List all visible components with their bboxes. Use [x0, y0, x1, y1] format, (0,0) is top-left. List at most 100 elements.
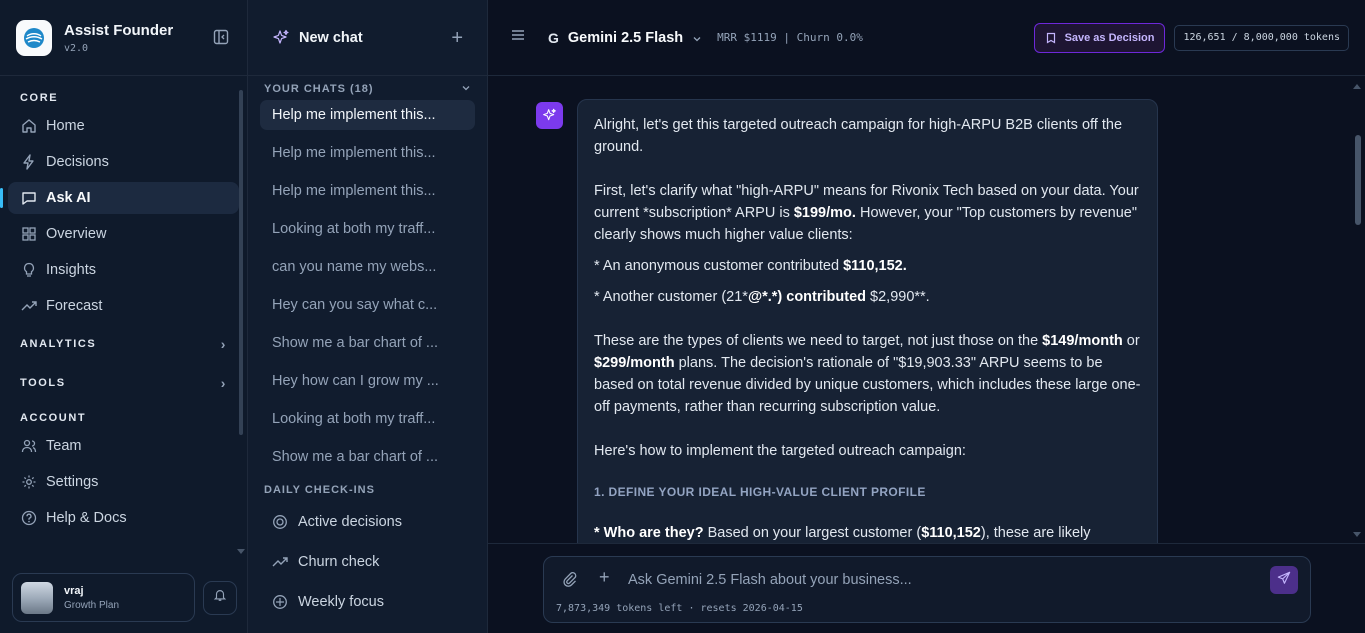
paperclip-icon[interactable] [562, 571, 578, 587]
chat-list-item[interactable]: can you name my webs... [260, 252, 475, 282]
checkin-weekly-focus[interactable]: Weekly focus [248, 584, 487, 620]
checkins-header: DAILY CHECK-INS [264, 484, 375, 496]
token-usage-badge: 126,651 / 8,000,000 tokens [1174, 24, 1349, 51]
chat-list-item[interactable]: Help me implement this... [260, 100, 475, 130]
gear-icon [20, 473, 38, 491]
checkin-churn-check[interactable]: Churn check [248, 544, 487, 580]
brand-version: v2.0 [64, 42, 89, 54]
model-selector[interactable]: Gemini 2.5 Flash [568, 30, 683, 46]
save-as-decision-label: Save as Decision [1064, 31, 1155, 44]
sidebar-item-decisions[interactable]: Decisions [8, 146, 239, 178]
new-chat-button[interactable]: New chat + [248, 0, 487, 76]
chevron-right-icon: › [220, 375, 227, 391]
trend-icon [20, 297, 38, 315]
message-section-heading: 1. DEFINE YOUR IDEAL HIGH-VALUE CLIENT P… [594, 485, 926, 499]
message-paragraph: These are the types of clients we need t… [594, 333, 1141, 415]
composer: + 7,873,349 tokens left · resets 2026-04… [543, 556, 1311, 623]
sidebar-item-settings[interactable]: Settings [8, 466, 239, 498]
grid-icon [20, 225, 38, 243]
help-icon [20, 509, 38, 527]
checkin-active-decisions[interactable]: Active decisions [248, 504, 487, 540]
sidebar-item-insights[interactable]: Insights [8, 254, 239, 286]
chat-list-item[interactable]: Looking at both my traff... [260, 214, 475, 244]
chat-list-item[interactable]: Show me a bar chart of ... [260, 328, 475, 358]
main-panel: G Gemini 2.5 Flash MRR $1119 | Churn 0.0… [488, 0, 1365, 633]
model-mark-icon: G [548, 29, 559, 46]
chats-panel: New chat + YOUR CHATS (18) Help me imple… [248, 0, 488, 633]
checkin-label: Weekly focus [298, 594, 384, 610]
menu-icon[interactable] [510, 28, 526, 47]
compass-icon [272, 594, 288, 610]
bolt-icon [20, 153, 38, 171]
plus-icon[interactable]: + [451, 28, 463, 48]
nav-section-account: ACCOUNT [20, 412, 87, 424]
ai-sparkle-icon [536, 102, 563, 129]
trend-icon [272, 554, 288, 570]
sidebar-item-ask-ai[interactable]: Ask AI [0, 182, 239, 214]
message-area[interactable]: Alright, let's get this targeted outreac… [488, 77, 1365, 543]
sidebar-item-label: Overview [46, 226, 107, 242]
user-name: vraj [64, 584, 84, 597]
chevron-right-icon: › [220, 336, 227, 352]
home-icon [20, 117, 38, 135]
nav-section-core: CORE [20, 92, 59, 104]
tokens-left-text: 7,873,349 tokens left · resets 2026-04-1… [556, 603, 803, 614]
sidebar-item-overview[interactable]: Overview [8, 218, 239, 250]
sidebar-scrollbar[interactable] [239, 90, 243, 435]
nav-section-analytics[interactable]: ANALYTICS › [8, 334, 239, 354]
sidebar-item-team[interactable]: Team [8, 430, 239, 462]
bookmark-icon [1045, 32, 1057, 44]
avatar [21, 581, 53, 614]
message-scrollbar[interactable] [1355, 135, 1361, 225]
sidebar-item-label: Forecast [46, 298, 103, 314]
sidebar-item-label: Home [46, 118, 85, 134]
chat-list-item[interactable]: Looking at both my traff... [260, 404, 475, 434]
user-plan: Growth Plan [64, 599, 120, 611]
target-icon [272, 514, 288, 530]
save-as-decision-button[interactable]: Save as Decision [1033, 22, 1166, 53]
sidebar: Assist Founder v2.0 CORE Home Decisions … [0, 0, 248, 633]
chat-list-item[interactable]: Show me a bar chart of ... [260, 442, 475, 472]
sidebar-item-help[interactable]: Help & Docs [8, 502, 239, 534]
sidebar-item-forecast[interactable]: Forecast [8, 290, 239, 322]
collapse-sidebar-icon[interactable] [213, 29, 231, 47]
message-paragraph: Alright, let's get this targeted outreac… [594, 117, 1123, 155]
chat-list-item[interactable]: Hey can you say what c... [260, 290, 475, 320]
chat-list-item[interactable]: Help me implement this... [260, 176, 475, 206]
sidebar-item-label: Insights [46, 262, 96, 278]
message-bullet: * An anonymous customer contributed $110… [594, 258, 907, 274]
user-row: vraj Growth Plan [12, 573, 237, 622]
app-root: Assist Founder v2.0 CORE Home Decisions … [0, 0, 1365, 633]
message-bullet: * Who are they? Based on your largest cu… [594, 525, 1091, 541]
chat-input[interactable] [628, 569, 1248, 591]
business-metrics: MRR $1119 | Churn 0.0% [717, 31, 863, 44]
sidebar-item-home[interactable]: Home [8, 110, 239, 142]
scroll-down-icon[interactable] [1353, 532, 1361, 537]
plus-icon[interactable]: + [599, 567, 610, 588]
chat-list-item[interactable]: Help me implement this... [260, 138, 475, 168]
sidebar-item-label: Decisions [46, 154, 109, 170]
send-button[interactable] [1270, 566, 1298, 594]
sidebar-scroll-down-icon[interactable] [237, 549, 245, 554]
topbar: G Gemini 2.5 Flash MRR $1119 | Churn 0.0… [488, 0, 1365, 76]
chat-icon [20, 189, 38, 207]
user-card[interactable]: vraj Growth Plan [12, 573, 195, 622]
chats-header[interactable]: YOUR CHATS (18) [248, 78, 487, 100]
chat-list-item[interactable]: Hey how can I grow my ... [260, 366, 475, 396]
composer-area: + 7,873,349 tokens left · resets 2026-04… [488, 543, 1365, 633]
send-icon [1277, 571, 1291, 590]
notifications-button[interactable] [203, 580, 237, 615]
sidebar-item-label: Ask AI [46, 190, 91, 206]
chevron-down-icon [461, 83, 471, 96]
chat-list: Help me implement this... Help me implem… [248, 100, 487, 472]
sidebar-item-label: Help & Docs [46, 510, 127, 526]
checkin-label: Active decisions [298, 514, 402, 530]
users-icon [20, 437, 38, 455]
scroll-up-icon[interactable] [1353, 84, 1361, 89]
nav-section-tools[interactable]: TOOLS › [8, 373, 239, 393]
checkin-label: Churn check [298, 554, 380, 570]
brand-logo-icon[interactable] [16, 19, 52, 56]
chevron-down-icon[interactable] [691, 32, 703, 44]
new-chat-label: New chat [299, 29, 363, 46]
bell-icon [213, 588, 227, 607]
